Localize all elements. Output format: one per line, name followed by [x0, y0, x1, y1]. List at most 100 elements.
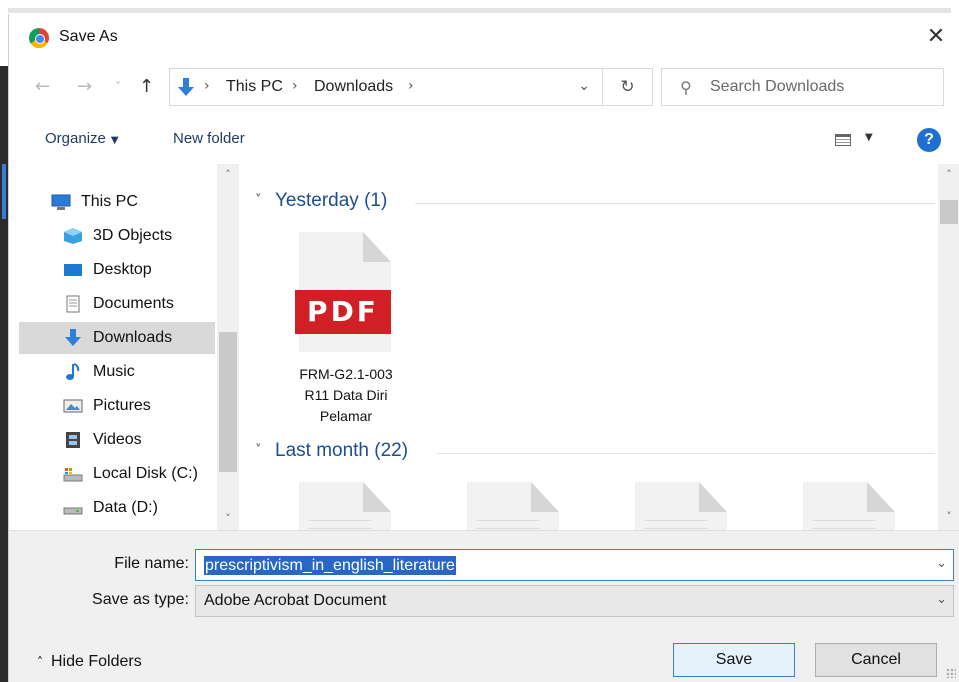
breadcrumb-downloads[interactable]: Downloads	[314, 78, 393, 96]
top-strip	[0, 0, 959, 14]
chevron-down-icon[interactable]: ⌄	[936, 556, 947, 571]
scrollbar-thumb[interactable]	[219, 332, 237, 472]
group-divider	[415, 203, 935, 204]
group-divider	[437, 453, 935, 454]
file-item[interactable]	[791, 482, 909, 530]
sidebar-item-label: Pictures	[93, 397, 151, 414]
document-file-icon	[803, 482, 895, 530]
file-name-value: prescriptivism_in_english_literature	[204, 556, 456, 575]
sidebar-item-label: Documents	[93, 295, 174, 312]
sidebar-item-label: Desktop	[93, 261, 152, 278]
scroll-up-icon[interactable]: ˄	[938, 168, 959, 181]
search-box[interactable]: ⚲	[661, 68, 944, 106]
scroll-down-icon[interactable]: ˅	[217, 512, 239, 525]
back-arrow-icon[interactable]: ←	[35, 76, 50, 97]
sidebar-item-downloads[interactable]: Downloads	[19, 322, 215, 354]
group-label: Last month (22)	[275, 440, 409, 461]
sidebar-item-3d-objects[interactable]: 3D Objects	[19, 220, 215, 252]
chevron-down-icon: ˅	[255, 443, 262, 458]
pdf-file-icon: PDF	[295, 232, 391, 352]
file-list: ˅ Yesterday (1) PDF FRM-G2.1-003 R11 Dat…	[241, 164, 959, 530]
forward-arrow-icon[interactable]: →	[77, 76, 92, 97]
chevron-down-icon: ▼	[110, 135, 119, 146]
scroll-down-icon[interactable]: ˅	[938, 510, 959, 523]
organize-label: Organize	[45, 130, 106, 147]
save-options-panel: File name: prescriptivism_in_english_lit…	[9, 530, 959, 682]
chevron-down-icon: ⌄	[936, 592, 947, 607]
document-file-icon	[635, 482, 727, 530]
background-window-edge	[0, 14, 8, 682]
recent-locations-icon[interactable]: ˅	[115, 80, 121, 94]
organize-button[interactable]: Organize ▼	[45, 130, 119, 147]
document-icon	[66, 295, 80, 313]
help-icon[interactable]: ?	[917, 128, 941, 152]
drive-icon	[63, 468, 83, 482]
save-as-type-label: Save as type:	[92, 591, 189, 608]
sidebar-item-local-disk-c[interactable]: Local Disk (C:)	[19, 458, 215, 490]
document-file-icon	[467, 482, 559, 530]
command-bar: Organize ▼ New folder ▼ ?	[9, 114, 959, 164]
change-view-icon[interactable]	[835, 134, 851, 146]
cancel-button[interactable]: Cancel	[815, 643, 937, 677]
save-as-type-select[interactable]: Adobe Acrobat Document ⌄	[195, 585, 954, 617]
file-name-label: File name:	[114, 555, 189, 572]
refresh-button[interactable]: ↻	[603, 68, 653, 106]
title-bar: Save As ✕	[9, 14, 959, 62]
file-item[interactable]: PDF FRM-G2.1-003 R11 Data Diri Pelamar	[287, 232, 405, 432]
document-file-icon	[299, 482, 391, 530]
sidebar-item-videos[interactable]: Videos	[19, 424, 215, 456]
computer-icon	[51, 194, 71, 210]
sidebar-item-label: 3D Objects	[93, 227, 173, 244]
film-icon	[66, 432, 80, 448]
hide-folders-label: Hide Folders	[51, 653, 142, 670]
breadcrumb-separator: ›	[204, 78, 210, 94]
file-name: FRM-G2.1-003 R11 Data Diri Pelamar	[299, 366, 393, 424]
search-input[interactable]	[710, 76, 935, 98]
chevron-up-icon: ˄	[37, 655, 43, 669]
close-button[interactable]: ✕	[920, 22, 952, 54]
navigation-bar: ← → ˅ ↑ › This PC › Downloads › ⌄ ↻ ⚲	[9, 62, 959, 114]
breadcrumb-this-pc[interactable]: This PC	[226, 78, 283, 96]
sidebar-item-label: This PC	[81, 193, 138, 210]
sidebar-item-data-d[interactable]: Data (D:)	[19, 492, 215, 524]
save-as-type-value: Adobe Acrobat Document	[204, 592, 387, 609]
address-dropdown-icon[interactable]: ⌄	[578, 78, 590, 94]
scrollbar-thumb[interactable]	[940, 200, 958, 224]
file-item[interactable]	[623, 482, 741, 530]
file-name-field[interactable]: prescriptivism_in_english_literature ⌄	[195, 549, 954, 581]
save-as-dialog: Save As ✕ ← → ˅ ↑ › This PC › Downloads …	[8, 14, 959, 682]
save-button[interactable]: Save	[673, 643, 795, 677]
desktop-icon	[64, 264, 82, 276]
sidebar-item-label: Music	[93, 363, 135, 380]
file-item[interactable]	[455, 482, 573, 530]
picture-icon	[63, 399, 83, 413]
breadcrumb-separator[interactable]: ›	[408, 78, 414, 94]
music-note-icon	[66, 363, 80, 380]
sidebar-item-desktop[interactable]: Desktop	[19, 254, 215, 286]
sidebar-item-music[interactable]: Music	[19, 356, 215, 388]
file-list-scrollbar[interactable]: ˄ ˅	[938, 164, 959, 530]
sidebar-item-documents[interactable]: Documents	[19, 288, 215, 320]
navigation-pane-scrollbar[interactable]: ˄ ˅	[217, 164, 239, 530]
new-folder-button[interactable]: New folder	[173, 130, 245, 147]
group-label: Yesterday (1)	[275, 190, 388, 211]
navigation-pane: This PC 3D Objects Desktop Documents Dow…	[9, 164, 241, 530]
view-options-dropdown[interactable]: ▼	[865, 132, 873, 143]
resize-grip-icon[interactable]	[946, 668, 956, 678]
chevron-down-icon: ˅	[255, 193, 262, 208]
up-arrow-icon[interactable]: ↑	[139, 76, 154, 97]
hide-folders-button[interactable]: ˄ Hide Folders	[37, 653, 142, 671]
chrome-icon	[29, 28, 49, 48]
sidebar-item-pictures[interactable]: Pictures	[19, 390, 215, 422]
cube-icon	[64, 228, 82, 244]
address-bar[interactable]: › This PC › Downloads › ⌄	[169, 68, 603, 106]
sidebar-item-label: Downloads	[93, 329, 173, 346]
scroll-up-icon[interactable]: ˄	[217, 168, 239, 181]
sidebar-item-label: Videos	[93, 431, 142, 448]
pdf-badge: PDF	[295, 290, 391, 334]
breadcrumb-separator: ›	[292, 78, 298, 94]
sidebar-item-label: Data (D:)	[93, 499, 158, 516]
download-icon	[178, 78, 194, 96]
file-item[interactable]	[287, 482, 405, 530]
sidebar-item-this-pc[interactable]: This PC	[19, 186, 215, 218]
